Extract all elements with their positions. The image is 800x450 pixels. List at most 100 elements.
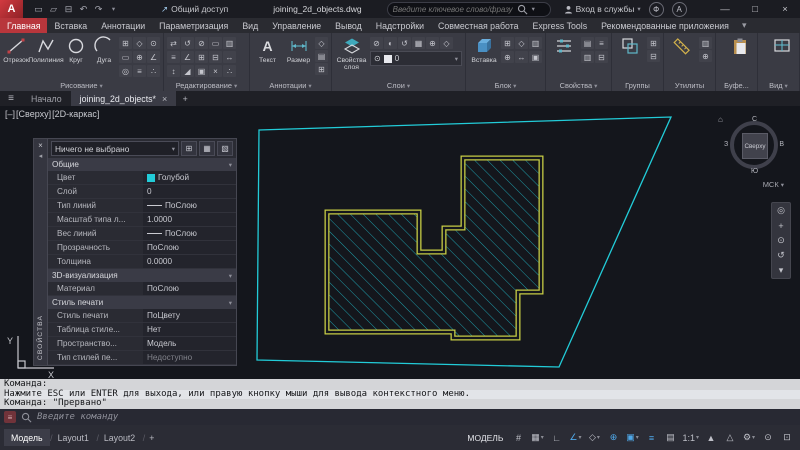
group-tool-icon[interactable]: ⊞ (647, 37, 660, 49)
palette-close-icon[interactable]: × (38, 141, 43, 150)
start-tab[interactable]: Начало (22, 91, 71, 106)
pickadd-toggle-icon[interactable]: ⊞ (181, 141, 197, 156)
apps-icon[interactable]: А (672, 2, 687, 17)
help-search[interactable]: ▾ (387, 2, 551, 17)
text-button[interactable]: А Текст (253, 35, 282, 64)
tab-close-icon[interactable]: × (162, 94, 167, 104)
modify-tool-icon[interactable]: ↺ (181, 37, 194, 49)
layer-tool-icon[interactable]: ◐ (384, 37, 397, 49)
save-icon[interactable]: ⊟ (62, 2, 75, 16)
layout2-tab[interactable]: Layout2 (97, 429, 142, 446)
viewcube-east[interactable]: В (779, 141, 784, 148)
autocad-logo[interactable]: A (0, 0, 23, 18)
view-button[interactable] (767, 35, 797, 56)
polyline-button[interactable]: Полилиния (31, 35, 61, 64)
tab-collaborate[interactable]: Совместная работа (431, 18, 526, 33)
tab-addins[interactable]: Надстройки (369, 18, 431, 33)
viewcube-home-icon[interactable]: ⌂ (718, 115, 723, 124)
panel-block-title[interactable]: Блок ▾ (466, 80, 545, 91)
viewcube[interactable]: ⌂ С В Ю З Сверху (728, 119, 780, 171)
file-tabs-menu-icon[interactable]: ≡ (0, 91, 22, 106)
search-options-icon[interactable]: ▾ (532, 5, 535, 13)
draw-tool-icon[interactable]: ⊕ (133, 51, 146, 63)
tab-express-tools[interactable]: Express Tools (526, 18, 595, 33)
utility-tool-icon[interactable]: ⊕ (699, 50, 712, 62)
search-input[interactable] (393, 5, 513, 14)
model-tab[interactable]: Модель (4, 429, 50, 446)
block-tool-icon[interactable]: ▣ (529, 51, 542, 63)
recent-commands-icon[interactable] (21, 412, 32, 423)
command-prompt[interactable]: Введите команду (37, 412, 118, 422)
polar-tracking-icon[interactable]: ∠ ▾ (566, 429, 584, 446)
object-snap-icon[interactable]: ▣ ▾ (623, 429, 641, 446)
wcs-dropdown[interactable]: МСК ▾ (763, 180, 784, 189)
modify-tool-icon[interactable]: ⊟ (209, 51, 222, 63)
annotation-tool-icon[interactable]: ⊞ (315, 63, 328, 75)
tab-output[interactable]: Вывод (328, 18, 369, 33)
modify-tool-icon[interactable]: ↕ (167, 65, 180, 77)
panel-groups-title[interactable]: Группы (612, 80, 663, 91)
modify-tool-icon[interactable]: ▥ (223, 37, 236, 49)
circle-button[interactable]: Круг (63, 35, 89, 64)
autoscale-icon[interactable]: △ (721, 429, 739, 446)
property-row[interactable]: Прозрачность ПоСлою (48, 241, 236, 255)
paste-button[interactable] (725, 35, 755, 56)
share-button[interactable]: ↗ Общий доступ (161, 4, 228, 15)
property-row[interactable]: Толщина 0.0000 (48, 255, 236, 269)
panel-properties-title[interactable]: Свойства ▾ (546, 80, 611, 91)
tab-parametric[interactable]: Параметризация (152, 18, 235, 33)
command-history[interactable]: Команда: Нажмите ESC или ENTER для выход… (0, 379, 800, 409)
palette-autohide-icon[interactable]: ◂ (39, 152, 43, 160)
document-tab[interactable]: joining_2d_objects* × (71, 91, 177, 106)
property-row[interactable]: Цвет Голубой (48, 171, 236, 185)
navigation-wheel-icon[interactable]: ◎ (772, 203, 790, 218)
snap-icon[interactable]: ▦ ▾ (528, 429, 546, 446)
clean-screen-icon[interactable]: ⊡ (778, 429, 796, 446)
property-row[interactable]: Таблица стиле... Нет (48, 323, 236, 337)
modify-tool-icon[interactable]: × (209, 65, 222, 77)
panel-draw-title[interactable]: Рисование ▾ (0, 80, 163, 91)
arc-button[interactable]: Дуга (91, 35, 117, 64)
properties-tool-icon[interactable]: ⊟ (595, 51, 608, 63)
modify-tool-icon[interactable]: ⊞ (195, 51, 208, 63)
viewport-menu[interactable]: [–] (5, 109, 15, 119)
properties-tool-icon[interactable]: ▤ (581, 37, 594, 49)
annotation-tool-icon[interactable]: ◇ (315, 37, 328, 49)
modify-tool-icon[interactable]: ∴ (223, 65, 236, 77)
modify-tool-icon[interactable]: ◢ (181, 65, 194, 77)
properties-tool-icon[interactable]: ▥ (581, 51, 594, 63)
search-icon[interactable] (517, 4, 528, 15)
navbar-more-icon[interactable]: ▾ (772, 263, 790, 278)
viewport-view-control[interactable]: [Сверху] (16, 109, 51, 119)
line-button[interactable]: Отрезок (3, 35, 29, 64)
property-row[interactable]: Слой 0 (48, 185, 236, 199)
section-3d-visualization[interactable]: 3D-визуализация ▾ (48, 269, 236, 282)
selection-cycling-icon[interactable]: ▤ (661, 429, 679, 446)
tab-annotate[interactable]: Аннотации (94, 18, 152, 33)
property-row[interactable]: Масштаб типа л... 1.0000 (48, 213, 236, 227)
tab-view[interactable]: Вид (235, 18, 265, 33)
ortho-icon[interactable]: ∟ (547, 429, 565, 446)
property-row[interactable]: Тип линий ПоСлою (48, 199, 236, 213)
tab-insert[interactable]: Вставка (47, 18, 94, 33)
draw-tool-icon[interactable]: ⊞ (119, 37, 132, 49)
draw-tool-icon[interactable]: ⊙ (147, 37, 160, 49)
group-button[interactable] (615, 35, 645, 56)
workspace-icon[interactable]: ⚙ ▾ (740, 429, 758, 446)
block-tool-icon[interactable]: ↔ (515, 51, 528, 63)
viewcube-west[interactable]: З (724, 141, 728, 148)
layer-tool-icon[interactable]: ⊘ (370, 37, 383, 49)
dimension-button[interactable]: Размер (284, 35, 313, 64)
new-tab-button[interactable]: + (176, 91, 194, 106)
property-row[interactable]: Материал ПоСлою (48, 282, 236, 296)
layout1-tab[interactable]: Layout1 (51, 429, 96, 446)
undo-icon[interactable]: ↶ (77, 2, 90, 16)
panel-clipboard-title[interactable]: Буфе... (716, 80, 757, 91)
tab-home[interactable]: Главная (0, 18, 47, 33)
modify-tool-icon[interactable]: ▭ (209, 37, 222, 49)
modify-tool-icon[interactable]: ▣ (195, 65, 208, 77)
properties-button[interactable] (549, 35, 579, 56)
qat-customize-icon[interactable]: ▾ (107, 2, 120, 16)
panel-annotation-title[interactable]: Аннотации ▾ (250, 80, 331, 91)
draw-tool-icon[interactable]: ∠ (147, 51, 160, 63)
